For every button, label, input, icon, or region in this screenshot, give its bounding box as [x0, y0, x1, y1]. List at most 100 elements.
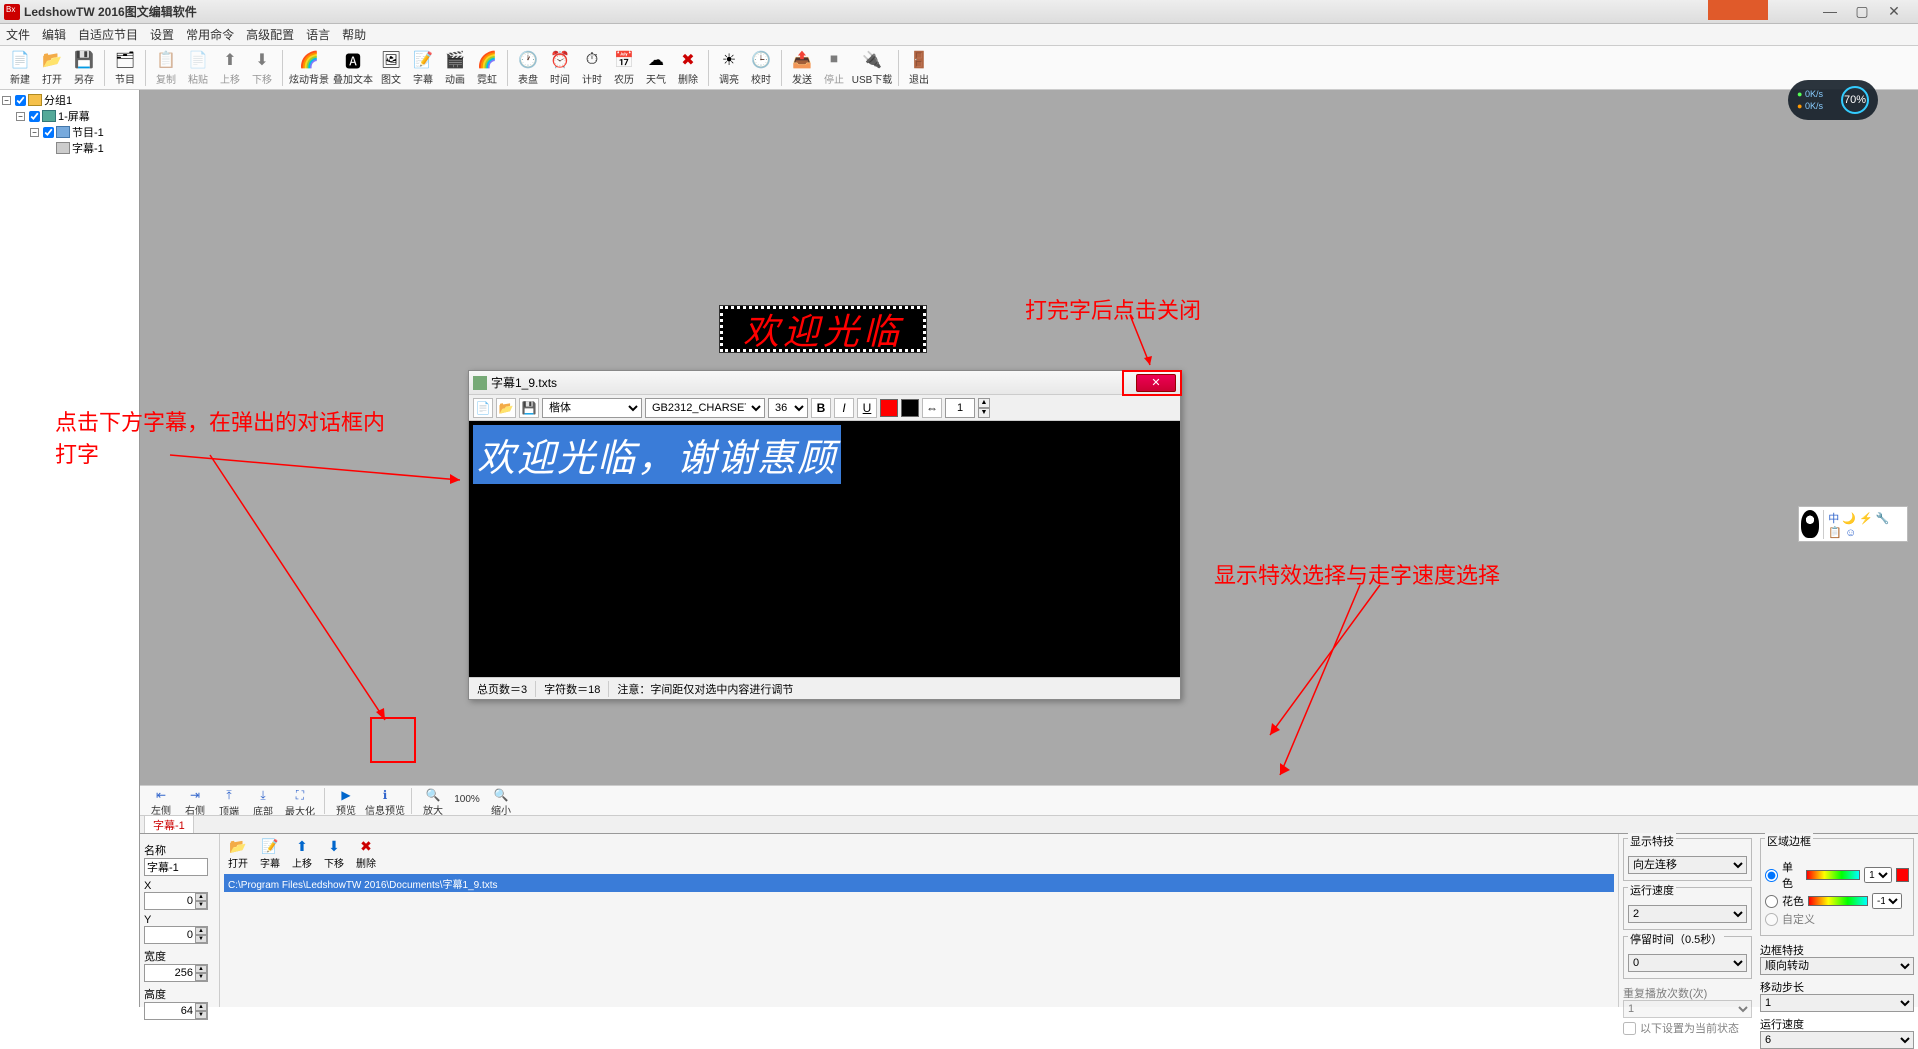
close-window-button[interactable]: ✕	[1882, 3, 1906, 20]
mb-maximize[interactable]: ⛶最大化	[280, 786, 320, 818]
step-select[interactable]: 1	[1760, 994, 1914, 1012]
editor-underline-button[interactable]: U	[857, 398, 877, 418]
tb-program[interactable]: 🗂节目	[109, 48, 141, 88]
menu-file[interactable]: 文件	[6, 26, 30, 43]
mb-right[interactable]: ⇥右侧	[178, 786, 212, 817]
mb-zoom-in[interactable]: 🔍放大	[416, 786, 450, 817]
single-sel[interactable]: 1	[1864, 867, 1892, 883]
spacing-down[interactable]: ▼	[978, 408, 990, 418]
tab-subtitle[interactable]: 字幕-1	[144, 815, 194, 834]
editor-spacing-input[interactable]	[945, 398, 975, 418]
tb-stop[interactable]: ⏹停止	[818, 48, 850, 88]
maximize-button[interactable]: ▢	[1850, 3, 1874, 20]
spacing-up[interactable]: ▲	[978, 398, 990, 408]
tb-send[interactable]: 📤发送	[786, 48, 818, 88]
editor-save-button[interactable]: 💾	[519, 398, 539, 418]
tb-open[interactable]: 📂打开	[36, 48, 68, 88]
tb-copy[interactable]: 📋复制	[150, 48, 182, 88]
tb-save[interactable]: 💾另存	[68, 48, 100, 88]
led-preview[interactable]: 欢迎光临	[720, 306, 926, 352]
qq-overlay[interactable]: 中 🌙 ⚡ 🔧 📋 ☺	[1798, 506, 1908, 542]
single-swatch[interactable]	[1896, 868, 1909, 882]
tree-group[interactable]: −分组1	[2, 92, 137, 108]
tb-paste[interactable]: 📄粘贴	[182, 48, 214, 88]
tree-group-check[interactable]	[15, 95, 26, 106]
editor-size-select[interactable]: 36	[768, 398, 808, 418]
tb-brightness[interactable]: ☀调亮	[713, 48, 745, 88]
bm-open[interactable]: 📂打开	[224, 838, 252, 870]
radio-single[interactable]	[1765, 869, 1778, 882]
tb-overlay-text[interactable]: 🅰叠加文本	[331, 48, 375, 88]
menu-advanced[interactable]: 高级配置	[246, 26, 294, 43]
program-icon: 🗂	[115, 50, 135, 70]
timer-icon: ⏱	[582, 50, 602, 70]
editor-open-button[interactable]: 📂	[496, 398, 516, 418]
border-effect-select[interactable]: 顺向转动	[1760, 957, 1914, 975]
dynamic-bg-icon: 🌈	[299, 50, 319, 70]
mb-info-preview[interactable]: ℹ信息预览	[363, 786, 407, 817]
menu-language[interactable]: 语言	[306, 26, 330, 43]
effect-select[interactable]: 向左连移	[1628, 856, 1747, 874]
tb-down[interactable]: ⬇下移	[246, 48, 278, 88]
tb-exit[interactable]: 🚪退出	[903, 48, 935, 88]
tb-dial[interactable]: 🕐表盘	[512, 48, 544, 88]
stay-select[interactable]: 0	[1628, 954, 1747, 972]
mb-preview[interactable]: ▶预览	[329, 786, 363, 817]
tb-animation[interactable]: 🎬动画	[439, 48, 471, 88]
menu-help[interactable]: 帮助	[342, 26, 366, 43]
tb-calibrate[interactable]: 🕒校时	[745, 48, 777, 88]
tb-dynamic-bg[interactable]: 🌈炫动背景	[287, 48, 331, 88]
menu-adaptive[interactable]: 自适应节目	[78, 26, 138, 43]
editor-italic-button[interactable]: I	[834, 398, 854, 418]
send-icon: 📤	[792, 50, 812, 70]
minimize-button[interactable]: —	[1818, 3, 1842, 20]
color-color-line[interactable]	[1808, 896, 1868, 906]
menu-settings[interactable]: 设置	[150, 26, 174, 43]
tb-lunar[interactable]: 📅农历	[608, 48, 640, 88]
tb-weather[interactable]: ☁天气	[640, 48, 672, 88]
file-list-item[interactable]: C:\Program Files\LedshowTW 2016\Document…	[224, 874, 1614, 892]
mb-top[interactable]: ⤒顶端	[212, 786, 246, 818]
tb-up[interactable]: ⬆上移	[214, 48, 246, 88]
mb-bottom[interactable]: ⤓底部	[246, 786, 280, 818]
tb-new[interactable]: 📄新建	[4, 48, 36, 88]
color-sel[interactable]: -1	[1872, 893, 1902, 909]
bm-subtitle[interactable]: 📝字幕	[256, 838, 284, 870]
bm-delete[interactable]: ✖删除	[352, 838, 380, 870]
single-color-line[interactable]	[1806, 870, 1860, 880]
tb-subtitle[interactable]: 📝字幕	[407, 48, 439, 88]
mb-zoom-out[interactable]: 🔍缩小	[484, 786, 518, 817]
editor-close-button[interactable]: ✕	[1136, 374, 1176, 392]
subtitle-icon: 📝	[413, 50, 433, 70]
editor-font-select[interactable]: 楷体	[542, 398, 642, 418]
editor-text-area[interactable]: 欢迎光临，谢谢惠顾	[469, 421, 1180, 677]
editor-bold-button[interactable]: B	[811, 398, 831, 418]
tree-program-check[interactable]	[43, 127, 54, 138]
tree-screen-check[interactable]	[29, 111, 40, 122]
tree-subtitle[interactable]: 字幕-1	[2, 140, 137, 156]
speed-select[interactable]: 2	[1628, 905, 1747, 923]
menu-edit[interactable]: 编辑	[42, 26, 66, 43]
editor-new-button[interactable]: 📄	[473, 398, 493, 418]
tree-screen[interactable]: −1-屏幕	[2, 108, 137, 124]
mb-left[interactable]: ⇤左侧	[144, 786, 178, 817]
editor-fg-color[interactable]	[880, 399, 898, 417]
tb-image-text[interactable]: 🖼图文	[375, 48, 407, 88]
tb-delete[interactable]: ✖删除	[672, 48, 704, 88]
tb-usb[interactable]: 🔌USB下载	[850, 48, 894, 88]
radio-color[interactable]	[1765, 895, 1778, 908]
name-input[interactable]	[144, 858, 208, 876]
editor-spacing-icon[interactable]: ⇔	[922, 398, 942, 418]
usb-icon: 🔌	[862, 50, 882, 70]
tree-program[interactable]: −节目-1	[2, 124, 137, 140]
editor-charset-select[interactable]: GB2312_CHARSET	[645, 398, 765, 418]
tb-time[interactable]: ⏰时间	[544, 48, 576, 88]
speed-label: 运行速度	[1628, 882, 1676, 898]
menu-common[interactable]: 常用命令	[186, 26, 234, 43]
tb-timer[interactable]: ⏱计时	[576, 48, 608, 88]
tb-neon[interactable]: 🌈霓虹	[471, 48, 503, 88]
bm-down[interactable]: ⬇下移	[320, 838, 348, 870]
editor-bg-color[interactable]	[901, 399, 919, 417]
bspeed-select[interactable]: 6	[1760, 1031, 1914, 1049]
bm-up[interactable]: ⬆上移	[288, 838, 316, 870]
